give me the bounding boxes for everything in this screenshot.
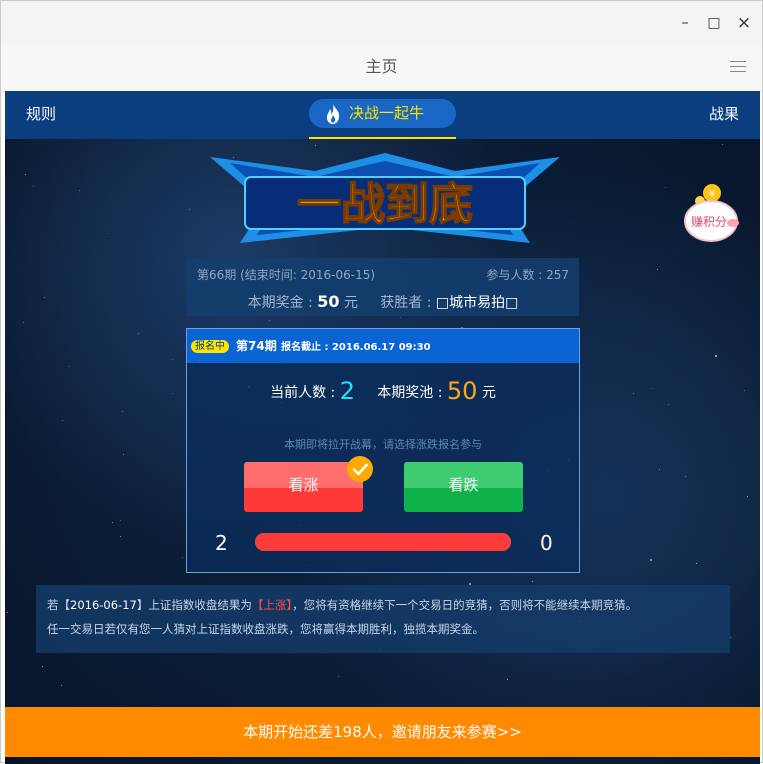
star-dot <box>123 454 124 455</box>
star-dot <box>62 420 63 421</box>
previous-period: 第66期 (结束时间: 2016-06-15) <box>197 268 376 282</box>
star-dot <box>715 355 717 357</box>
prize-pool-unit: 元 <box>481 385 496 401</box>
flame-icon <box>326 104 340 124</box>
star-dot <box>25 174 26 175</box>
bet-down-button[interactable]: 看跌 <box>404 462 523 512</box>
star-dot <box>633 393 634 394</box>
star-dot <box>744 390 745 391</box>
current-round-card: 报名中 第74期 报名截止 : 2016.06.17 09:30 当前人数 : … <box>186 328 580 573</box>
title-bar: – □ × <box>1 1 762 43</box>
status-badge: 报名中 <box>191 340 229 353</box>
star-dot <box>269 320 270 321</box>
earn-points-label: 赚积分 <box>691 214 727 229</box>
results-link[interactable]: 战果 <box>709 91 739 137</box>
star-dot <box>44 297 45 298</box>
star-dot <box>120 536 121 537</box>
invite-friends-button[interactable]: 本期开始还差198人，邀请朋友来参赛>> <box>5 707 760 757</box>
star-dot <box>722 144 723 145</box>
logo-text: 一战到底 <box>297 179 473 230</box>
prize-pool-label: 本期奖池 : <box>377 385 443 401</box>
star-dot <box>747 496 748 497</box>
star-dot <box>42 666 43 667</box>
winner-name: □城市易拍□ <box>435 295 519 311</box>
current-round-header: 报名中 第74期 报名截止 : 2016.06.17 09:30 <box>187 329 579 363</box>
star-dot <box>650 559 652 561</box>
star-dot <box>69 366 70 367</box>
star-dot <box>120 520 121 521</box>
vote-ratio-bar <box>255 533 511 551</box>
maximize-icon[interactable]: □ <box>704 13 724 33</box>
star-dot <box>182 557 183 558</box>
star-dot <box>107 233 108 234</box>
star-dot <box>33 186 34 187</box>
previous-prize-unit: 元 <box>343 295 358 311</box>
star-dot <box>79 190 80 191</box>
star-dot <box>122 411 123 412</box>
previous-round-panel: 第66期 (结束时间: 2016-06-15) 参与人数 : 257 本期奖金 … <box>187 258 579 316</box>
star-dot <box>668 404 669 405</box>
star-dot <box>507 679 508 680</box>
star-dot <box>61 685 62 686</box>
notice-line-1: 若【2016-06-17】上证指数收盘结果为【上涨】，您将有资格继续下一个交易日… <box>47 598 638 612</box>
participant-count: 2 <box>339 377 355 405</box>
star-dot <box>657 269 658 270</box>
svg-text:¥: ¥ <box>709 189 715 200</box>
previous-prize-label: 本期奖金 : <box>247 295 313 311</box>
star-dot <box>696 563 697 564</box>
participant-count-label: 当前人数 : <box>270 385 336 401</box>
minimize-icon[interactable]: – <box>675 13 695 33</box>
active-tab-underline <box>309 137 456 139</box>
star-dot <box>338 676 339 677</box>
star-dot <box>652 388 653 389</box>
star-dot <box>138 333 139 334</box>
notice-line-2: 任一交易日若仅有您一人猜对上证指数收盘涨跌，您将赢得本期胜利，独揽本期奖金。 <box>47 622 484 636</box>
star-dot <box>685 476 686 477</box>
star-dot <box>189 209 190 210</box>
star-dot <box>730 637 731 638</box>
registration-deadline: 报名截止 : 2016.06.17 09:30 <box>281 342 431 353</box>
star-dot <box>532 581 533 582</box>
current-period: 第74期 <box>236 339 277 353</box>
choose-hint: 本期即将拉开战幕，请选择涨跌报名参与 <box>284 438 482 451</box>
selected-check-icon <box>347 456 373 482</box>
page-title: 主页 <box>365 57 398 76</box>
star-dot <box>665 187 666 188</box>
star-dot <box>7 612 8 613</box>
round-stats: 当前人数 : 2 本期奖池 : 50 元 <box>187 377 579 405</box>
star-dot <box>315 145 316 146</box>
star-dot <box>112 522 113 523</box>
previous-participants: 参与人数 : 257 <box>486 268 569 282</box>
star-dot <box>659 469 660 470</box>
nav-bar: 主页 <box>1 43 762 92</box>
star-dot <box>172 393 173 394</box>
star-dot <box>172 359 173 360</box>
hamburger-menu-icon[interactable] <box>730 61 746 73</box>
previous-prize-value: 50 <box>317 292 340 311</box>
star-dot <box>23 322 24 323</box>
up-count: 2 <box>215 531 228 555</box>
app-window: – □ × 主页 规则 决战一起牛 战果 一战到底 ¥ 赚积分 第66期 (结束… <box>0 0 763 764</box>
piggy-bank-icon: ¥ 赚积分 <box>684 184 739 242</box>
winner-label: 获胜者 : <box>380 295 432 311</box>
bet-up-button[interactable]: 看涨 <box>244 462 363 512</box>
star-dot <box>400 317 401 318</box>
game-page: 规则 决战一起牛 战果 一战到底 ¥ 赚积分 第66期 (结束时间: 2016-… <box>5 91 760 764</box>
top-tab-bar: 规则 决战一起牛 战果 <box>5 91 760 139</box>
rules-notice: 若【2016-06-17】上证指数收盘结果为【上涨】，您将有资格继续下一个交易日… <box>36 585 730 653</box>
tab-battle-label: 决战一起牛 <box>349 104 425 122</box>
down-count: 0 <box>540 531 553 555</box>
earn-points-button[interactable]: ¥ 赚积分 <box>678 179 744 249</box>
vote-ratio-up-fill <box>255 533 511 551</box>
prize-pool-value: 50 <box>446 377 478 405</box>
rules-link[interactable]: 规则 <box>26 91 56 137</box>
tab-battle[interactable]: 决战一起牛 <box>309 99 456 128</box>
close-icon[interactable]: × <box>734 13 754 33</box>
game-logo: 一战到底 <box>210 153 560 243</box>
